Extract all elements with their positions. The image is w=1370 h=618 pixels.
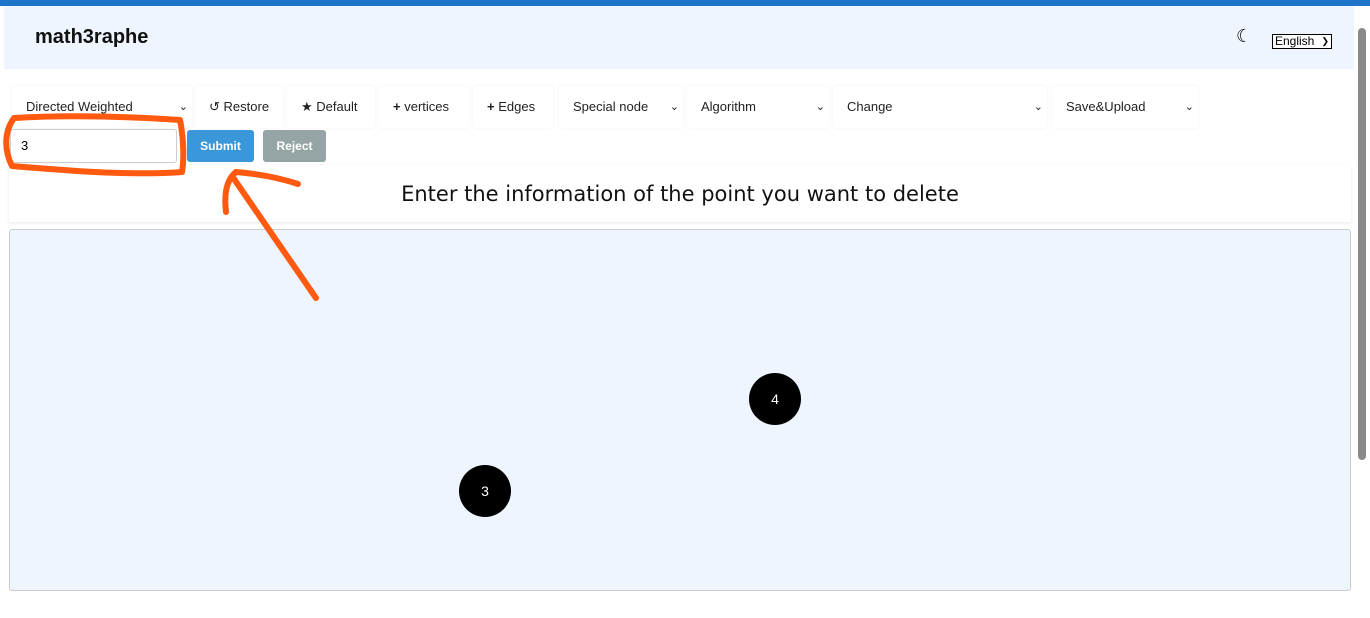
add-vertices-button[interactable]: + vertices — [379, 86, 469, 128]
special-node-select[interactable]: Special node ⌄ — [559, 86, 683, 128]
vertices-label: vertices — [404, 99, 450, 114]
restore-icon: ↺ — [209, 99, 220, 114]
language-select[interactable]: English ❯ — [1272, 34, 1332, 49]
save-upload-label: Save&Upload — [1066, 99, 1146, 114]
save-upload-select[interactable]: Save&Upload ⌄ — [1052, 86, 1198, 128]
plus-icon: + — [487, 99, 495, 114]
graph-type-label: Directed Weighted — [26, 99, 133, 114]
chevron-down-icon: ⌄ — [1184, 101, 1194, 113]
point-input[interactable]: 3 — [10, 129, 177, 163]
app-title: math3raphe — [35, 26, 149, 48]
edges-label: Edges — [498, 99, 536, 114]
default-button[interactable]: ★ Default — [287, 86, 375, 128]
change-select[interactable]: Change ⌄ — [833, 86, 1047, 128]
algorithm-select[interactable]: Algorithm ⌄ — [687, 86, 829, 128]
graph-type-select[interactable]: Directed Weighted ⌄ — [12, 86, 192, 128]
moon-icon[interactable]: ☾ — [1236, 26, 1252, 47]
chevron-down-icon: ⌄ — [1033, 101, 1043, 113]
algorithm-label: Algorithm — [701, 99, 756, 114]
scrollbar[interactable] — [1358, 28, 1366, 460]
header: math3raphe ☾ English ❯ — [4, 6, 1354, 69]
default-label: Default — [316, 99, 358, 114]
submit-button[interactable]: Submit — [187, 130, 254, 162]
special-node-label: Special node — [573, 99, 649, 114]
add-edges-button[interactable]: + Edges — [473, 86, 553, 128]
reject-button[interactable]: Reject — [263, 130, 326, 162]
instruction-message: Enter the information of the point you w… — [9, 165, 1351, 222]
change-label: Change — [847, 99, 893, 114]
graph-node[interactable]: 4 — [749, 373, 801, 425]
plus-icon: + — [393, 99, 401, 114]
language-value: English — [1275, 34, 1315, 48]
chevron-down-icon: ⌄ — [815, 101, 825, 113]
restore-label: Restore — [223, 99, 270, 114]
graph-node[interactable]: 3 — [459, 465, 511, 517]
chevron-down-icon: ⌄ — [178, 101, 188, 113]
star-icon: ★ — [301, 99, 313, 114]
chevron-down-icon: ⌄ — [669, 101, 679, 113]
graph-canvas[interactable]: 4 3 — [9, 229, 1351, 591]
restore-button[interactable]: ↺ Restore — [195, 86, 283, 128]
